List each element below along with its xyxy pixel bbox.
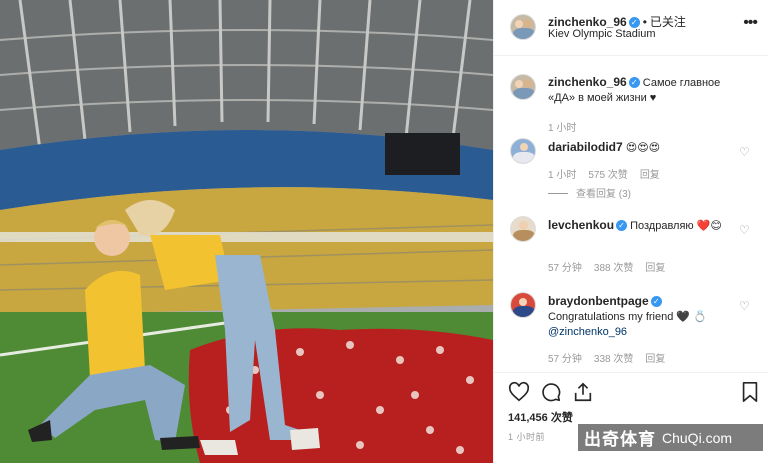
comment-like-heart-icon[interactable]: ♡ bbox=[739, 224, 751, 236]
verified-badge-icon: ✓ bbox=[650, 296, 662, 307]
reply-button[interactable]: 回复 bbox=[640, 170, 660, 181]
view-replies-button[interactable]: 查看回复 (3) bbox=[548, 185, 631, 200]
watermark: 出奇体育 ChuQi.com bbox=[578, 424, 763, 451]
share-icon[interactable] bbox=[572, 381, 594, 403]
more-dots-icon[interactable]: ••• bbox=[743, 14, 758, 32]
watermark-en: ChuQi.com bbox=[662, 429, 733, 446]
comment-like-heart-icon[interactable]: ♡ bbox=[739, 146, 751, 158]
comment-time[interactable]: 57 分钟 bbox=[548, 263, 582, 274]
comment-likes[interactable]: 575 次赞 bbox=[588, 170, 627, 181]
comment-likes[interactable]: 388 次赞 bbox=[594, 263, 633, 274]
verified-badge-icon: ✓ bbox=[628, 77, 640, 88]
comment-time[interactable]: 57 分钟 bbox=[548, 354, 582, 365]
post-photo[interactable] bbox=[0, 0, 493, 463]
verified-badge-icon: ✓ bbox=[628, 17, 640, 28]
comment-meta: 57 分钟 338 次赞 回复 bbox=[548, 350, 677, 365]
comment-text-block: braydonbentpage ✓ Congratulations my frie… bbox=[548, 294, 733, 340]
post-header: zinchenko_96 ✓ • 已关注 Kiev Olympic Stadium •… bbox=[494, 0, 768, 56]
location-link[interactable]: Kiev Olympic Stadium bbox=[548, 28, 656, 40]
comment-username[interactable]: dariabilodid7 bbox=[548, 140, 623, 154]
separator-dot: • bbox=[642, 15, 647, 29]
comment-like-heart-icon[interactable]: ♡ bbox=[739, 300, 751, 312]
caption-username[interactable]: zinchenko_96 bbox=[548, 75, 627, 89]
comment-meta: 1 小时 575 次赞 回复 bbox=[548, 166, 672, 181]
bookmark-icon[interactable] bbox=[739, 381, 761, 403]
caption-time[interactable]: 1 小时 bbox=[548, 123, 576, 134]
following-button[interactable]: 已关注 bbox=[650, 15, 686, 29]
caption-text-block: zinchenko_96 ✓ Самое главное «ДА» в моей … bbox=[548, 75, 733, 106]
reply-button[interactable]: 回复 bbox=[645, 354, 665, 365]
view-replies-label: 查看回复 (3) bbox=[576, 189, 631, 200]
likes-count[interactable]: 141,456 次赞 bbox=[508, 409, 573, 425]
caption-meta: 1 小时 bbox=[548, 119, 588, 134]
comment-text-block: dariabilodid7 😍😍😍 bbox=[548, 140, 733, 156]
heart-icon[interactable] bbox=[508, 381, 530, 403]
comment-icon[interactable] bbox=[540, 381, 562, 403]
avatar[interactable] bbox=[510, 292, 536, 318]
avatar[interactable] bbox=[510, 216, 536, 242]
comment-likes[interactable]: 338 次赞 bbox=[594, 354, 633, 365]
reply-button[interactable]: 回复 bbox=[645, 263, 665, 274]
avatar[interactable] bbox=[510, 74, 536, 100]
comment-username[interactable]: braydonbentpage bbox=[548, 294, 649, 308]
watermark-cn: 出奇体育 bbox=[584, 430, 656, 449]
avatar[interactable] bbox=[510, 138, 536, 164]
stadium-proposal-image bbox=[0, 0, 493, 463]
comment-text: 😍😍😍 bbox=[625, 142, 661, 154]
action-bar bbox=[494, 372, 768, 412]
divider bbox=[548, 193, 568, 194]
mention-link[interactable]: @zinchenko_96 bbox=[548, 326, 627, 338]
post-details-panel: zinchenko_96 ✓ • 已关注 Kiev Olympic Stadium •… bbox=[493, 0, 768, 463]
comment-text-block: levchenkou ✓ Поздравляю ❤️😊 bbox=[548, 218, 733, 234]
verified-badge-icon: ✓ bbox=[616, 220, 628, 231]
comment-text: Поздравляю ❤️😊 bbox=[630, 220, 722, 232]
comment-time[interactable]: 1 小时 bbox=[548, 170, 576, 181]
post-timestamp[interactable]: 1 小时前 bbox=[508, 430, 545, 443]
comment-username[interactable]: levchenkou bbox=[548, 218, 614, 232]
author-username[interactable]: zinchenko_96 bbox=[548, 15, 627, 29]
comment-meta: 57 分钟 388 次赞 回复 bbox=[548, 259, 677, 274]
avatar[interactable] bbox=[510, 14, 536, 40]
comment-text: Congratulations my friend 🖤 💍 bbox=[548, 311, 707, 323]
